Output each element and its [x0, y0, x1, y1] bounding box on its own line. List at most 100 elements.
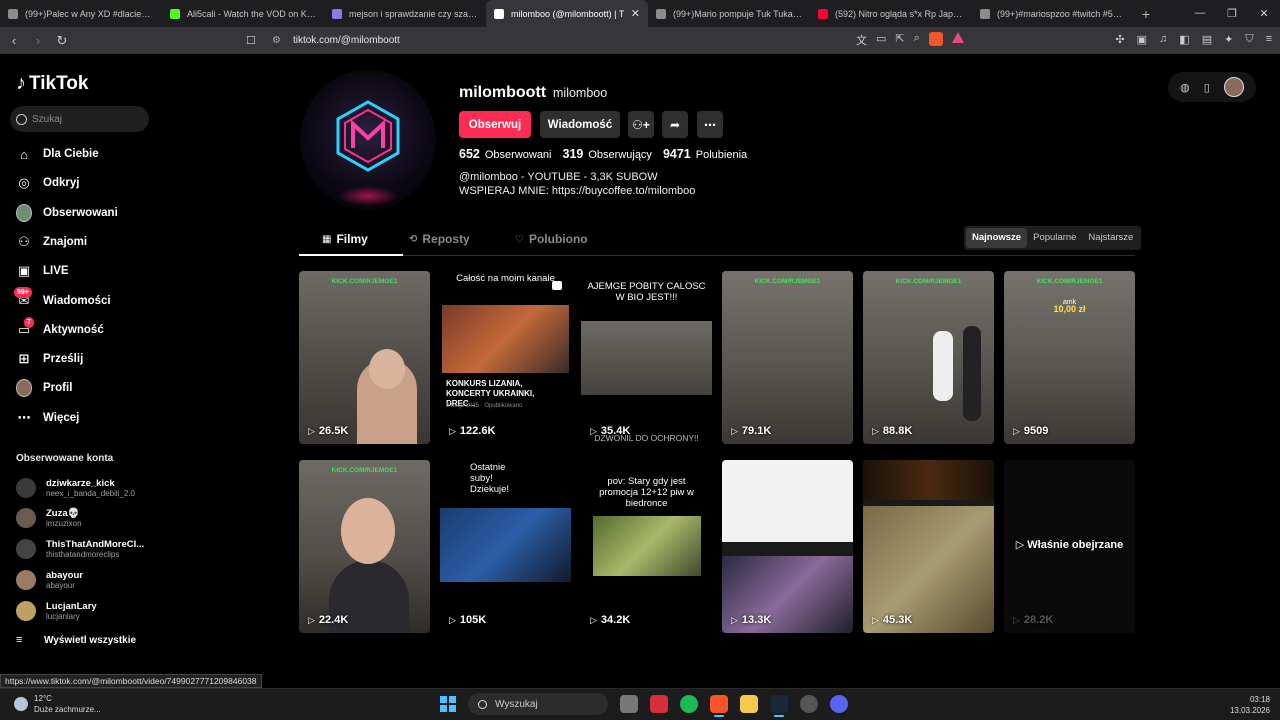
show-all-button[interactable]: ≡ Wyświetl wszystkie	[16, 634, 136, 646]
sidebar-item-following[interactable]: Obserwowani	[16, 202, 118, 224]
sidebar-item-friends[interactable]: ⚇ Znajomi	[16, 231, 87, 253]
share-icon[interactable]: ⇱	[895, 32, 904, 48]
video-thumbnail-top	[722, 460, 853, 542]
sort-newest[interactable]: Najnowsze	[966, 228, 1028, 248]
app-icon[interactable]	[650, 695, 668, 713]
search-input[interactable]: Szukaj	[10, 106, 149, 132]
followed-account[interactable]: dziwkarze_kick neex_i_banda_debili_2.0	[16, 475, 135, 501]
minimize-icon[interactable]: —	[1184, 7, 1216, 20]
wallet-icon[interactable]: ▤	[1202, 33, 1212, 46]
sort-oldest[interactable]: Najstarsze	[1082, 228, 1139, 248]
media-icon[interactable]: ♫	[1159, 33, 1167, 46]
followed-account[interactable]: LucjanLary lucjanlary	[16, 598, 97, 624]
translate-icon[interactable]: 文	[856, 32, 867, 48]
video-card-watched[interactable]: ▷ Właśnie obejrzane ▷ 28.2K	[1004, 460, 1135, 633]
video-card[interactable]: Ostatnie suby! Dziekuje! ▷ 105K	[440, 460, 571, 633]
browser-tab[interactable]: (592) Nitro ogląda s*x Rp Japczana -	[810, 0, 972, 27]
video-card[interactable]: KICK.COM/RJEMGE1 amk 10,00 zł ▷ 9509	[1004, 271, 1135, 444]
close-window-icon[interactable]: ✕	[1248, 7, 1280, 20]
followed-account[interactable]: Zuza💀 imzuzixon	[16, 505, 82, 531]
spotify-icon[interactable]	[680, 695, 698, 713]
sidebar-item-messages[interactable]: ✉ 99+ Wiadomości	[14, 287, 111, 312]
tiktok-logo[interactable]: ♪ TikTok	[16, 72, 88, 95]
discord-icon[interactable]	[830, 695, 848, 713]
video-card[interactable]: ▷ 45.3K	[863, 460, 994, 633]
view-count: ▷ 122.6K	[449, 425, 495, 437]
tab-favicon	[8, 8, 18, 19]
sidebar-item-activity[interactable]: ▭ 7 Aktywność	[16, 317, 104, 341]
windows-start-icon[interactable]	[440, 696, 456, 712]
cast-icon[interactable]: ▭	[876, 32, 886, 48]
sidebar-item-more[interactable]: ⋯ Więcej	[16, 407, 80, 429]
video-card[interactable]: pov: Stary gdy jest promocja 12+12 piw w…	[581, 460, 712, 633]
video-card[interactable]: KICK.COM/RJEMGE1 ▷ 26.5K	[299, 271, 430, 444]
video-card[interactable]: KICK.COM/RJEMGE1 ▷ 88.8K	[863, 271, 994, 444]
follow-button[interactable]: Obserwuj	[459, 111, 531, 138]
video-card[interactable]: Całość na moim kanale KONKURS LIZANIA, K…	[440, 271, 571, 444]
tab-reposts[interactable]: ⟲ Reposty	[409, 232, 470, 246]
brave-shields-icon[interactable]	[928, 32, 943, 46]
browser-tab[interactable]: (99+)#mariospzoo #twitch #5city #n	[972, 0, 1134, 27]
vpn-icon[interactable]: ⛉	[1245, 33, 1253, 46]
taskbar-search[interactable]: Wyszukaj	[468, 693, 608, 715]
tab-videos[interactable]: ▦ Filmy	[322, 232, 368, 246]
maximize-icon[interactable]: ❐	[1216, 7, 1248, 20]
sort-popular[interactable]: Popularne	[1027, 228, 1082, 248]
user-avatar[interactable]	[1223, 77, 1244, 97]
back-icon[interactable]: ‹	[4, 33, 24, 48]
reload-icon[interactable]: ↻	[52, 33, 72, 49]
bio-link[interactable]: WSPIERAJ MNIE: https://buycoffee.to/milo…	[459, 184, 695, 198]
profile-avatar-large[interactable]	[300, 70, 436, 210]
device-icon[interactable]: ▯	[1204, 81, 1210, 94]
forward-icon[interactable]: ›	[28, 33, 48, 48]
clock[interactable]: 03:18 13.03.2026	[1230, 694, 1270, 716]
sidebar-item-profile[interactable]: Profil	[16, 377, 72, 399]
sidebar-item-explore[interactable]: ◎ Odkryj	[16, 172, 79, 194]
steam-icon[interactable]	[770, 695, 788, 717]
stat-followers[interactable]: 319 Obserwujący	[563, 147, 652, 161]
brave-rewards-icon[interactable]	[951, 32, 964, 43]
site-settings-icon[interactable]: ⚙	[272, 35, 281, 46]
menu-icon[interactable]: ≡	[1266, 33, 1272, 46]
zoom-icon[interactable]: ⌕	[914, 32, 920, 48]
video-card[interactable]: KICK.COM/RJEMGE1 ▷ 79.1K	[722, 271, 853, 444]
account-handle: abayour	[46, 580, 75, 590]
screenshot-icon[interactable]: ▣	[1137, 33, 1147, 46]
file-explorer-icon[interactable]	[740, 695, 758, 713]
task-view-icon[interactable]	[620, 695, 638, 713]
close-tab-icon[interactable]: ✕	[627, 7, 640, 20]
tab-title: (99+)#mariospzoo #twitch #5city #n	[997, 8, 1126, 19]
sidebar-item-live[interactable]: ▣ LIVE	[16, 260, 69, 282]
leo-icon[interactable]: ✦	[1224, 33, 1233, 46]
browser-tab-active[interactable]: milomboo (@milomboott) | T ✕	[486, 0, 648, 27]
weather-widget[interactable]: 12°C Duże zachmurze...	[14, 693, 101, 715]
browser-tab[interactable]: Ali5cali - Watch the VOD on Kick	[162, 0, 324, 27]
message-button[interactable]: Wiadomość	[540, 111, 620, 138]
sidebar-item-upload[interactable]: ⊞ Prześlij	[16, 348, 84, 370]
live-icon: ▣	[17, 263, 31, 278]
tab-liked[interactable]: ♡ Polubiono	[515, 232, 588, 246]
bookmark-icon[interactable]: ☐	[246, 34, 260, 47]
stat-following[interactable]: 652 Obserwowani	[459, 147, 552, 161]
browser-tab[interactable]: mejson i sprawdzanie czy szafka dzia	[324, 0, 486, 27]
followed-account[interactable]: ThisThatAndMoreCl... thisthatandmoreclips	[16, 536, 144, 562]
sidebar-item-label: Aktywność	[43, 324, 104, 336]
extensions-icon[interactable]: ✣	[1115, 33, 1124, 46]
browser-tab[interactable]: (99+)Palec w Any XD #dlaciebie #dc	[0, 0, 162, 27]
share-profile-icon[interactable]: ➦	[662, 111, 688, 138]
video-thumbnail	[299, 271, 430, 444]
more-options-icon[interactable]: ⋯	[697, 111, 723, 138]
add-friend-icon[interactable]: ⚇+	[628, 111, 654, 138]
video-card[interactable]: AJEMGE POBITY CALOSC W BIO JEST!!! DZWON…	[581, 271, 712, 444]
new-tab-icon[interactable]: +	[1134, 6, 1158, 22]
activity-icon: ▭ 7	[16, 317, 34, 338]
followed-account[interactable]: abayour abayour	[16, 567, 83, 593]
sidebar-item-for-you[interactable]: ⌂ Dla Ciebie	[16, 143, 99, 165]
sidebar-toggle-icon[interactable]: ◧	[1179, 33, 1189, 46]
coins-icon[interactable]: ◍	[1180, 81, 1190, 94]
brave-icon[interactable]	[710, 695, 728, 717]
browser-tab[interactable]: (99+)Mario pompuje Tuk Tuka #mar	[648, 0, 810, 27]
video-card[interactable]: KICK.COM/RJEMGE1 ▷ 22.4K	[299, 460, 430, 633]
video-card[interactable]: ▷ 13.3K	[722, 460, 853, 633]
settings-icon[interactable]	[800, 695, 818, 713]
